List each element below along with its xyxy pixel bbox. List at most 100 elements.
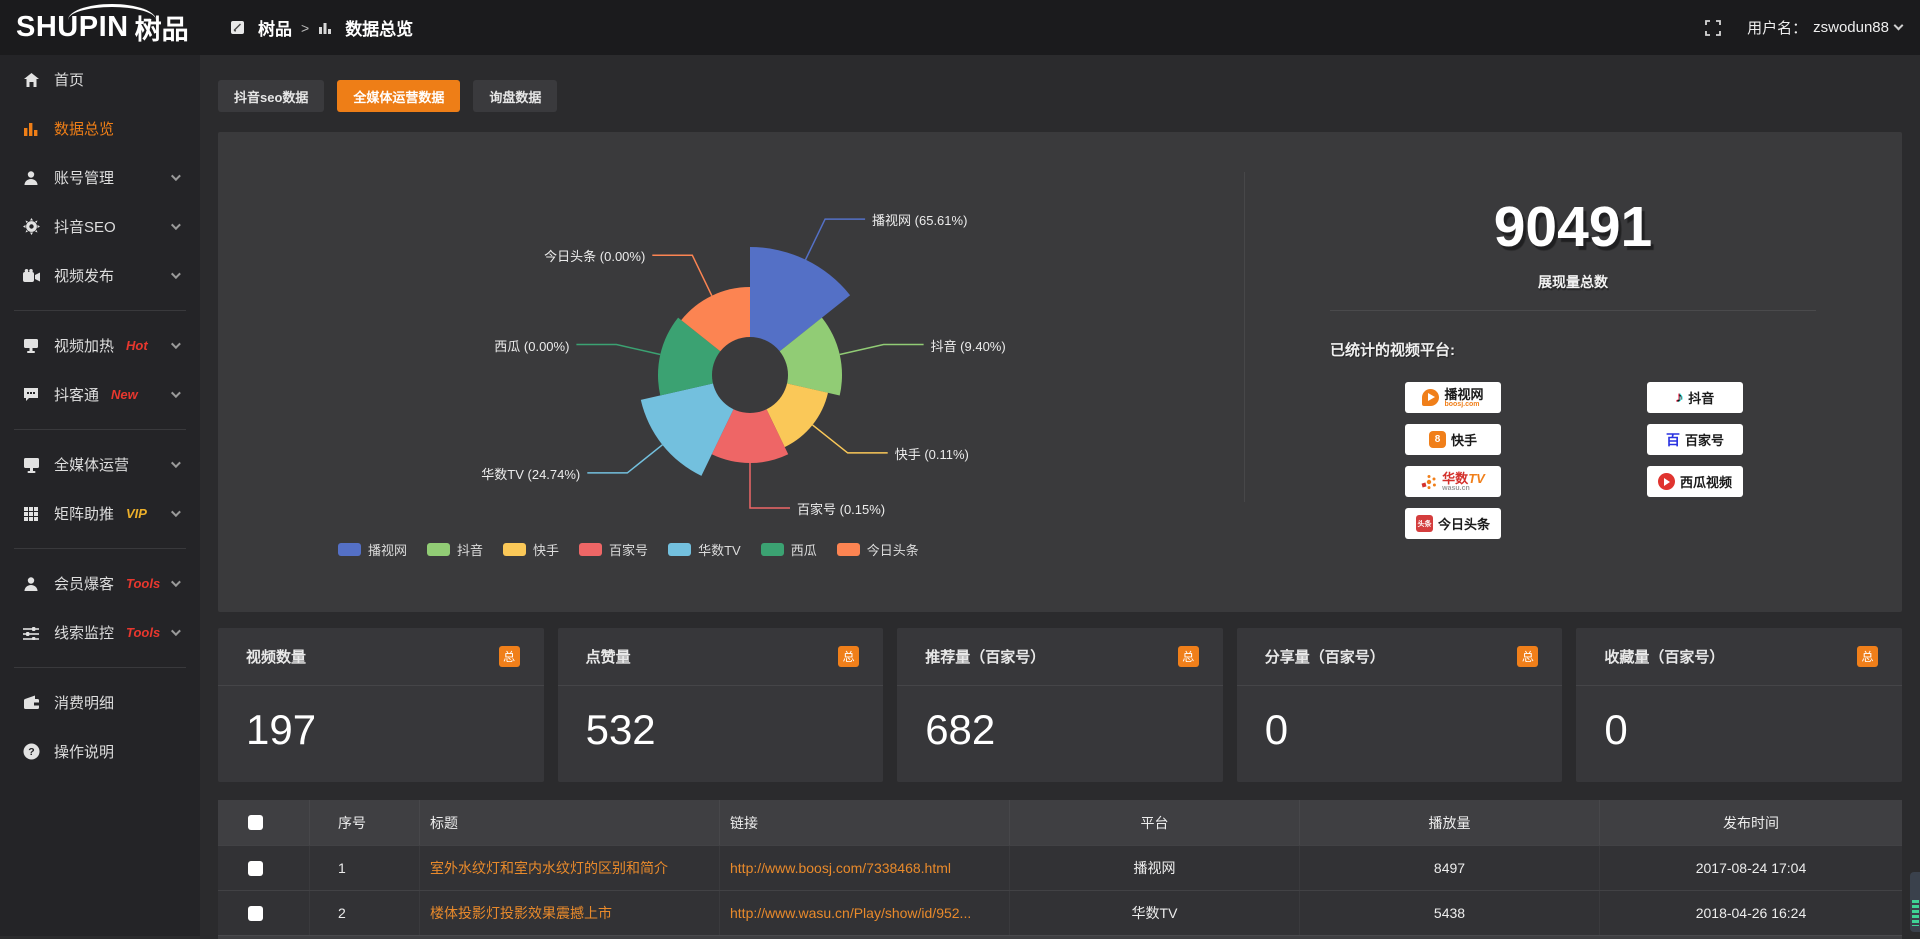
sidebar-item-label: 首页 — [54, 69, 84, 90]
pie-slice-label: 快手 (0.11%) — [895, 444, 969, 463]
gear-icon — [22, 218, 40, 236]
sidebar-item-label: 抖音SEO — [54, 216, 116, 237]
legend-item[interactable]: 抖音 — [427, 540, 483, 559]
sidebar-item-video-publish[interactable]: 视频发布 — [0, 251, 200, 300]
sidebar-item-account-mgmt[interactable]: 账号管理 — [0, 153, 200, 202]
sidebar-item-label: 线索监控 — [54, 622, 114, 643]
chevron-down-icon — [171, 388, 181, 398]
legend-swatch — [579, 543, 602, 556]
cell-no: 2 — [310, 891, 420, 935]
pie-slice-label: 播视网 (65.61%) — [872, 210, 967, 229]
card-title: 分享量（百家号） — [1265, 646, 1385, 667]
card-title: 视频数量 — [246, 646, 306, 667]
main-content: 抖音seo数据 全媒体运营数据 询盘数据 播视网 抖音 快手 百家号 华数TV … — [200, 55, 1920, 936]
cell-plays: 5438 — [1300, 891, 1600, 935]
legend-item[interactable]: 快手 — [503, 540, 559, 559]
chevron-down-icon — [171, 339, 181, 349]
platform-badge-douyin: ♪ 抖音 — [1647, 382, 1743, 413]
row-checkbox[interactable] — [248, 906, 263, 921]
col-header-title: 标题 — [420, 800, 720, 845]
table-row: 1 室外水纹灯和室内水纹灯的区别和简介 http://www.boosj.com… — [218, 845, 1902, 890]
video-url-link[interactable]: http://www.boosj.com/7338468.html — [730, 860, 951, 876]
floating-widget[interactable] — [1910, 872, 1920, 932]
video-url-link[interactable]: http://www.wasu.cn/Play/show/id/952... — [730, 905, 971, 921]
tab-inquiry-data[interactable]: 询盘数据 — [473, 80, 557, 112]
edit-square-icon — [230, 20, 245, 35]
monitor-icon — [22, 456, 40, 474]
sidebar-item-data-overview[interactable]: 数据总览 — [0, 104, 200, 153]
legend-item[interactable]: 西瓜 — [761, 540, 817, 559]
chevron-down-icon — [171, 507, 181, 517]
legend-swatch — [837, 543, 860, 556]
legend-swatch — [427, 543, 450, 556]
breadcrumb-current[interactable]: 数据总览 — [345, 15, 413, 40]
toutiao-logo-icon: 头条 — [1416, 515, 1433, 532]
platform-badge-boosj: 播视网boosj.com — [1405, 382, 1501, 413]
sidebar-divider — [14, 548, 186, 549]
new-badge: New — [111, 387, 138, 402]
sidebar-item-matrix-boost[interactable]: 矩阵助推 VIP — [0, 489, 200, 538]
card-title: 收藏量（百家号） — [1604, 646, 1724, 667]
chevron-down-icon — [171, 269, 181, 279]
tab-douyin-seo-data[interactable]: 抖音seo数据 — [218, 80, 324, 112]
legend-label: 今日头条 — [867, 540, 919, 559]
app-logo: SHUPIN 树品 — [16, 0, 189, 55]
tools-badge: Tools — [126, 625, 160, 640]
total-badge: 总 — [499, 646, 520, 667]
col-header-no: 序号 — [310, 800, 420, 845]
douyin-logo-icon: ♪ — [1676, 389, 1684, 406]
table-row: 2 楼体投影灯投影效果震撼上市 http://www.wasu.cn/Play/… — [218, 890, 1902, 935]
sidebar-item-label: 数据总览 — [54, 118, 114, 139]
xigua-logo-icon — [1658, 473, 1675, 490]
user-menu[interactable]: 用户名： zswodun88 — [1747, 17, 1902, 38]
sidebar-item-member-baoke[interactable]: 会员爆客 Tools — [0, 559, 200, 608]
sliders-icon — [22, 624, 40, 642]
pie-slice-label: 百家号 (0.15%) — [797, 499, 885, 518]
legend-item[interactable]: 播视网 — [338, 540, 407, 559]
sidebar-item-omnimedia[interactable]: 全媒体运营 — [0, 440, 200, 489]
fullscreen-icon[interactable] — [1705, 20, 1721, 36]
legend-label: 百家号 — [609, 540, 648, 559]
card-value: 0 — [1604, 706, 1627, 754]
legend-swatch — [668, 543, 691, 556]
card-value: 197 — [246, 706, 316, 754]
stat-card-video-count: 视频数量 总 197 — [218, 628, 544, 782]
username-label: 用户名： — [1747, 17, 1807, 38]
row-checkbox[interactable] — [248, 861, 263, 876]
sidebar-item-douketong[interactable]: 抖客通 New — [0, 370, 200, 419]
chevron-down-icon — [171, 220, 181, 230]
sidebar-item-spending-details[interactable]: 消费明细 — [0, 678, 200, 727]
summary-divider — [1330, 310, 1816, 311]
overview-panel: 播视网 抖音 快手 百家号 华数TV 西瓜 今日头条 播视网 (65.61%)抖… — [218, 132, 1902, 612]
video-camera-icon — [22, 267, 40, 285]
tab-omnimedia-data[interactable]: 全媒体运营数据 — [337, 80, 460, 112]
sidebar-item-video-boost[interactable]: 视频加热 Hot — [0, 321, 200, 370]
sidebar-divider — [14, 667, 186, 668]
breadcrumb-home[interactable]: 树品 — [258, 15, 292, 40]
video-title-link[interactable]: 楼体投影灯投影效果震撼上市 — [430, 903, 612, 923]
legend-label: 快手 — [533, 540, 559, 559]
pie-hole — [712, 337, 788, 413]
legend-swatch — [761, 543, 784, 556]
video-title-link[interactable]: 室外水纹灯和室内水纹灯的区别和简介 — [430, 858, 668, 878]
breadcrumb-separator: > — [301, 20, 309, 36]
sidebar-item-lead-monitor[interactable]: 线索监控 Tools — [0, 608, 200, 657]
chevron-down-icon — [171, 458, 181, 468]
breadcrumb: 树品 > 数据总览 — [230, 0, 413, 55]
videos-table: 序号 标题 链接 平台 播放量 发布时间 1 室外水纹灯和室内水纹灯的区别和简介… — [218, 800, 1902, 939]
legend-item[interactable]: 百家号 — [579, 540, 648, 559]
summary-zone: 90491 展现量总数 已统计的视频平台: 播视网boosj.com 8 快手 … — [1244, 132, 1902, 612]
total-badge: 总 — [1517, 646, 1538, 667]
sidebar-item-douyin-seo[interactable]: 抖音SEO — [0, 202, 200, 251]
sidebar: 首页 数据总览 账号管理 抖音SEO 视频发布 视频加热 Hot 抖客通 New… — [0, 55, 200, 936]
pie-slice-label: 华数TV (24.74%) — [481, 464, 580, 483]
legend-item[interactable]: 华数TV — [668, 540, 741, 559]
sidebar-item-instructions[interactable]: ? 操作说明 — [0, 727, 200, 776]
sidebar-divider — [14, 310, 186, 311]
sidebar-item-home[interactable]: 首页 — [0, 55, 200, 104]
select-all-checkbox[interactable] — [248, 815, 263, 830]
chevron-down-icon — [1894, 21, 1904, 31]
pie-label-line — [840, 345, 924, 355]
pie-label-line — [587, 445, 662, 473]
legend-item[interactable]: 今日头条 — [837, 540, 919, 559]
